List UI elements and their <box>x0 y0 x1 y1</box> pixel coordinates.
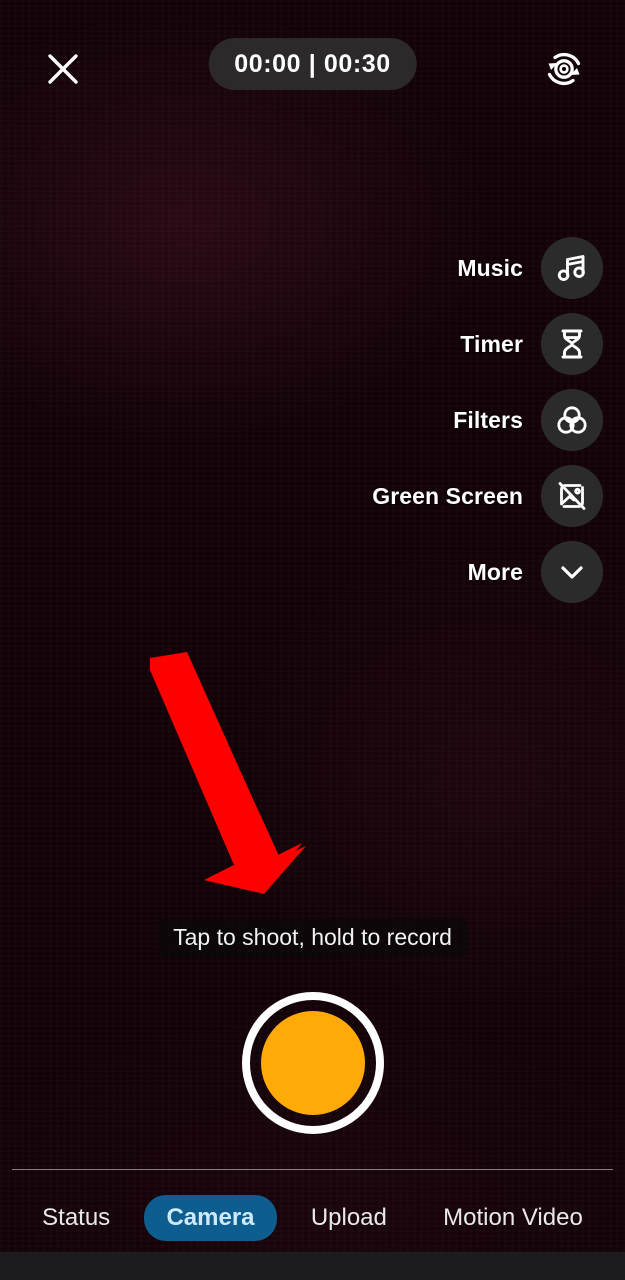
filters-circles-icon <box>557 406 587 434</box>
tool-filters-button[interactable] <box>541 389 603 451</box>
tool-timer-button[interactable] <box>541 313 603 375</box>
tab-status[interactable]: Status <box>20 1195 132 1241</box>
close-x-icon <box>48 54 78 84</box>
top-bar: 00:00 | 00:30 <box>0 30 625 108</box>
tab-upload[interactable]: Upload <box>289 1195 409 1241</box>
tool-timer[interactable]: Timer <box>372 313 603 375</box>
image-slash-icon <box>558 482 586 510</box>
tabbar-divider <box>12 1169 613 1170</box>
tab-camera[interactable]: Camera <box>144 1195 277 1241</box>
close-button[interactable] <box>36 42 90 96</box>
recording-timer: 00:00 | 00:30 <box>208 38 417 90</box>
camera-flip-icon <box>547 52 581 86</box>
timer-text: 00:00 | 00:30 <box>234 49 391 78</box>
tool-more-label: More <box>467 558 523 585</box>
tool-music[interactable]: Music <box>372 237 603 299</box>
tool-music-label: Music <box>457 254 523 281</box>
shutter-hint-text: Tap to shoot, hold to record <box>173 924 452 950</box>
chevron-down-icon <box>561 566 583 579</box>
mode-tab-bar: Status Camera Upload Motion Video <box>0 1184 625 1252</box>
tool-rail: Music Timer Filters Green Screen More <box>372 237 603 603</box>
shutter-hint: Tap to shoot, hold to record <box>157 918 468 957</box>
flip-camera-button[interactable] <box>535 40 593 98</box>
tool-timer-label: Timer <box>460 330 523 357</box>
tool-filters[interactable]: Filters <box>372 389 603 451</box>
music-note-icon <box>557 255 585 281</box>
shutter-button[interactable] <box>241 992 384 1134</box>
tool-music-button[interactable] <box>541 237 603 299</box>
tool-green-screen-button[interactable] <box>541 465 603 527</box>
system-navigation-bar <box>0 1252 625 1280</box>
tool-green-screen[interactable]: Green Screen <box>372 465 603 527</box>
tab-motion-video[interactable]: Motion Video <box>421 1195 605 1241</box>
tool-more[interactable]: More <box>372 541 603 603</box>
tool-more-button[interactable] <box>541 541 603 603</box>
tool-filters-label: Filters <box>453 406 523 433</box>
camera-screen: 00:00 | 00:30 Music Timer Filters Green … <box>0 0 625 1280</box>
tool-green-screen-label: Green Screen <box>372 482 523 509</box>
hourglass-icon <box>561 329 583 359</box>
shutter-core <box>260 1011 365 1115</box>
